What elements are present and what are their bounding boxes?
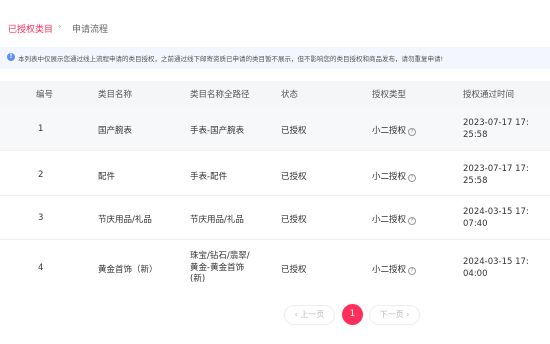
row-status: 已授权 <box>281 215 307 225</box>
row-time: 2024-03-15 17: 04:00 <box>463 257 529 279</box>
row-auth-type: 小二授权? <box>372 170 417 182</box>
help-icon[interactable]: ? <box>408 267 417 275</box>
table-row: 4 黄金首饰（新） 珠宝/钻石/翡翠/黄金-黄金首饰 (新) 已授权 小二授权? … <box>0 240 550 292</box>
row-path: 手表-国产腕表 <box>190 126 245 136</box>
row-name: 国产腕表 <box>98 126 133 136</box>
row-path: 珠宝/钻石/翡翠/黄金-黄金首饰 (新) <box>190 251 250 284</box>
help-icon[interactable]: ? <box>408 217 417 225</box>
row-auth-type: 小二授权? <box>372 124 417 136</box>
row-status: 已授权 <box>281 126 307 136</box>
row-name: 黄金首饰（新） <box>98 265 158 275</box>
row-status: 已授权 <box>281 172 307 182</box>
page-1-button[interactable]: 1 <box>342 304 363 325</box>
tab-application-process[interactable]: 申请流程 <box>72 22 108 35</box>
column-header-time: 授权通过时间 <box>463 90 515 100</box>
table-header: 编号 类目名称 类目名称全路径 状态 授权类型 授权通过时间 <box>0 81 550 105</box>
notice-banner: ! 本列表中仅展示您通过线上流程申请的类目授权，之前通过线下邮寄资质已申请的类目… <box>0 47 550 69</box>
column-header-status: 状态 <box>281 90 299 100</box>
row-id: 1 <box>38 124 44 134</box>
row-name: 节庆用品/礼品 <box>98 215 152 225</box>
column-header-name: 类目名称 <box>98 90 133 100</box>
help-icon[interactable]: ? <box>408 174 417 182</box>
help-icon[interactable]: ? <box>408 128 417 136</box>
row-path: 节庆用品/礼品 <box>190 215 244 225</box>
notice-text: 本列表中仅展示您通过线上流程申请的类目授权，之前通过线下邮寄资质已申请的类目暂不… <box>18 55 444 63</box>
row-status: 已授权 <box>281 265 307 275</box>
row-time: 2023-07-17 17: 25:58 <box>463 118 529 140</box>
row-auth-type: 小二授权? <box>372 263 417 275</box>
column-header-id: 编号 <box>36 90 54 100</box>
row-time: 2024-03-15 17: 07:40 <box>463 207 529 229</box>
table-row: 3 节庆用品/礼品 节庆用品/礼品 已授权 小二授权? 2024-03-15 1… <box>0 196 550 240</box>
row-id: 3 <box>38 213 44 223</box>
column-header-path: 类目名称全路径 <box>190 90 250 100</box>
table-row: 2 配件 手表-配件 已授权 小二授权? 2023-07-17 17: 25:58 <box>0 151 550 196</box>
row-name: 配件 <box>98 172 116 182</box>
row-id: 4 <box>38 263 44 273</box>
row-time: 2023-07-17 17: 25:58 <box>463 164 529 186</box>
tab-separator: › <box>58 22 62 32</box>
next-page-button[interactable]: 下一页 › <box>369 305 420 325</box>
prev-page-button[interactable]: ‹ 上一页 <box>284 305 335 325</box>
tab-authorized-categories[interactable]: 已授权类目 <box>8 22 53 35</box>
row-id: 2 <box>38 170 44 180</box>
column-header-auth-type: 授权类型 <box>372 90 407 100</box>
tab-bar: 已授权类目 › 申请流程 <box>0 0 550 40</box>
table-row: 1 国产腕表 手表-国产腕表 已授权 小二授权? 2023-07-17 17: 2… <box>0 105 550 151</box>
row-auth-type: 小二授权? <box>372 213 417 225</box>
info-icon: ! <box>7 53 15 61</box>
row-path: 手表-配件 <box>190 172 228 182</box>
